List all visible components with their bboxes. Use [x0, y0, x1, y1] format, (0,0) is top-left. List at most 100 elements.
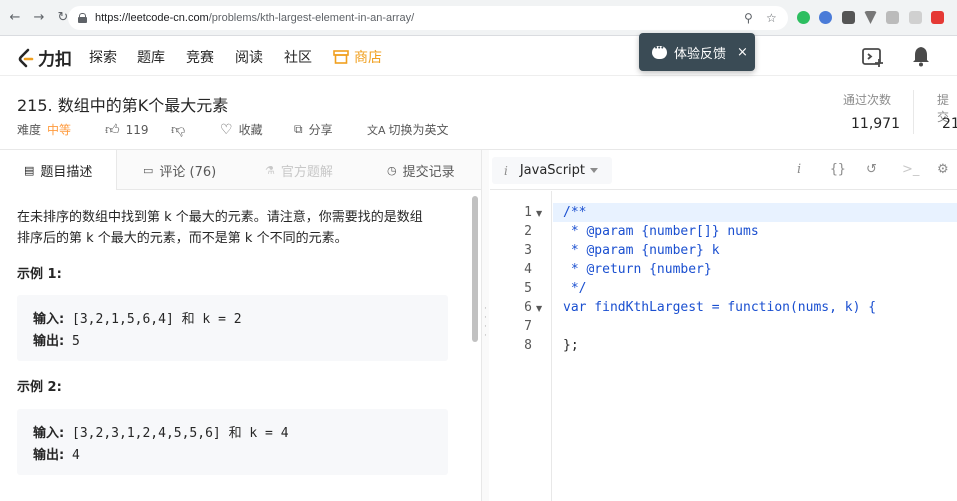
tab-submissions[interactable]: ◷ 提交记录	[359, 150, 484, 190]
store-icon	[333, 50, 349, 64]
settings-gear-icon[interactable]: ⚙	[937, 162, 949, 177]
tab-description[interactable]: ▤ 题目描述	[0, 150, 117, 190]
shield-extension-icon[interactable]	[842, 11, 855, 24]
fold-caret-icon[interactable]: ▼	[536, 304, 542, 313]
active-line-highlight	[553, 203, 957, 222]
problem-header: 215. 数组中的第K个最大元素 难度 中等 👍︎ 119 👎︎ ♡ 收藏 ⧉ …	[0, 76, 957, 150]
example-1-box: 输入: [3,2,1,5,6,4] 和 k = 2 输出: 5	[17, 295, 448, 361]
line-number: 6	[524, 300, 532, 315]
tab-solution[interactable]: ⚗ 官方题解	[239, 150, 359, 190]
line-number: 5	[524, 281, 532, 296]
example-2-input: 输入: [3,2,3,1,2,4,5,5,6] 和 k = 4	[33, 426, 289, 441]
code-line: * @param {number} k	[563, 243, 720, 258]
nav-read[interactable]: 阅读	[235, 47, 263, 67]
close-icon[interactable]: ×	[737, 45, 748, 60]
playground-icon[interactable]	[862, 46, 884, 68]
privacy-extension-icon[interactable]	[886, 11, 899, 24]
code-line: };	[563, 338, 579, 353]
code-line: */	[563, 281, 587, 296]
bell-icon[interactable]	[910, 45, 932, 67]
code-editor[interactable]: 1 ▼ 2 3 4 5 6 ▼ 7 8 /** * @param {number…	[490, 191, 957, 501]
nav-problemset[interactable]: 题库	[137, 47, 165, 67]
dislike-button[interactable]: 👎︎	[171, 121, 185, 138]
comment-icon: ▭	[143, 163, 154, 177]
reset-icon[interactable]: ↺	[866, 162, 877, 177]
code-line: * @return {number}	[563, 262, 712, 277]
example-1-input: 输入: [3,2,1,5,6,4] 和 k = 2	[33, 312, 242, 327]
favorite-button[interactable]: ♡ 收藏	[220, 121, 263, 138]
nav-community[interactable]: 社区	[284, 47, 312, 67]
translate-icon: 文A	[367, 123, 386, 137]
nav-contest[interactable]: 竞赛	[186, 47, 214, 67]
vpn-extension-icon[interactable]	[864, 11, 877, 24]
code-line: * @param {number[]} nums	[563, 224, 759, 239]
line-gutter: 1 ▼ 2 3 4 5 6 ▼ 7 8	[490, 191, 552, 501]
evernote-extension-icon[interactable]	[797, 11, 810, 24]
accepted-label: 通过次数	[843, 93, 892, 107]
leetcode-logo-icon	[18, 48, 34, 67]
grid-extension-icon[interactable]	[909, 11, 922, 24]
problem-description: 在未排序的数组中找到第 k 个最大的元素。请注意，你需要找的是数组 排序后的第 …	[0, 191, 478, 501]
feedback-toast[interactable]: 体验反馈 ×	[639, 33, 755, 71]
description-line-1: 在未排序的数组中找到第 k 个最大的元素。请注意，你需要找的是数组	[17, 210, 423, 225]
stat-divider	[913, 90, 914, 134]
thumbs-up-icon: 👍︎	[105, 122, 120, 138]
like-button[interactable]: 👍︎ 119	[105, 121, 149, 138]
code-line: /**	[563, 205, 587, 220]
description-scrollbar[interactable]	[472, 196, 478, 342]
problem-tabs: ▤ 题目描述 ▭ 评论 (76) ⚗ 官方题解 ◷ 提交记录	[0, 150, 484, 190]
line-number: 3	[524, 243, 532, 258]
nav-store[interactable]: 商店	[333, 47, 382, 67]
pane-splitter[interactable]: · · · ·	[481, 150, 489, 501]
address-bar[interactable]: https://leetcode-cn.com/problems/kth-lar…	[68, 6, 788, 30]
braces-icon[interactable]: {}	[830, 162, 846, 177]
line-number: 8	[524, 338, 532, 353]
problem-title: 215. 数组中的第K个最大元素	[17, 96, 229, 115]
example-2-title: 示例 2:	[17, 380, 62, 395]
difficulty: 难度 中等	[17, 123, 72, 137]
example-1-output: 输出: 5	[33, 334, 80, 349]
chevron-down-icon	[590, 168, 598, 173]
accepted-count: 11,971	[851, 116, 900, 132]
share-button[interactable]: ⧉ 分享	[294, 121, 333, 138]
code-line: var findKthLargest = function(nums, k) {	[563, 300, 877, 315]
fold-caret-icon[interactable]: ▼	[536, 209, 542, 218]
bookmark-star-icon[interactable]: ☆	[766, 11, 777, 25]
description-line-2: 排序后的第 k 个最大的元素，而不是第 k 个不同的元素。	[17, 231, 348, 246]
nav-explore[interactable]: 探索	[89, 47, 117, 67]
switch-language-button[interactable]: 文A 切换为英文	[367, 121, 449, 138]
back-icon[interactable]: ←	[6, 9, 24, 27]
b-extension-icon[interactable]	[931, 11, 944, 24]
history-icon: ◷	[387, 163, 397, 177]
forward-icon[interactable]: →	[30, 9, 48, 27]
line-number: 7	[524, 319, 532, 334]
editor-toolbar: i JavaScript i {} ↺ >_ ⚙	[490, 150, 957, 190]
terminal-icon[interactable]: >_	[902, 162, 919, 177]
line-number: 2	[524, 224, 532, 239]
difficulty-badge: 中等	[47, 123, 72, 137]
solution-icon: ⚗	[265, 163, 275, 177]
site-header: 力扣 探索 题库 竞赛 阅读 社区 商店	[0, 36, 957, 76]
heart-icon: ♡	[220, 121, 233, 138]
description-icon: ▤	[24, 163, 35, 177]
extension-icon[interactable]	[819, 11, 832, 24]
tab-comments[interactable]: ▭ 评论 (76)	[117, 150, 239, 190]
language-select[interactable]: i JavaScript	[492, 157, 612, 184]
example-1-title: 示例 1:	[17, 267, 62, 282]
info-icon[interactable]: i	[797, 162, 801, 177]
info-icon: i	[504, 163, 508, 178]
example-2-output: 输出: 4	[33, 448, 80, 463]
example-2-box: 输入: [3,2,3,1,2,4,5,5,6] 和 k = 4 输出: 4	[17, 409, 448, 475]
logo-text: 力扣	[38, 50, 72, 70]
zoom-icon[interactable]: ⚲	[744, 11, 753, 25]
thumbs-down-icon: 👎︎	[171, 122, 186, 138]
browser-toolbar: ← → ↻ https://leetcode-cn.com/problems/k…	[0, 0, 957, 36]
logo[interactable]: 力扣	[16, 45, 72, 70]
lock-icon	[78, 13, 87, 23]
line-number: 1	[524, 205, 532, 220]
submissions-count: 21,	[942, 116, 957, 132]
feedback-label: 体验反馈	[674, 46, 727, 62]
share-icon: ⧉	[294, 122, 303, 136]
drag-handle-icon: · · · ·	[484, 304, 487, 341]
chat-bubble-icon	[652, 44, 667, 59]
